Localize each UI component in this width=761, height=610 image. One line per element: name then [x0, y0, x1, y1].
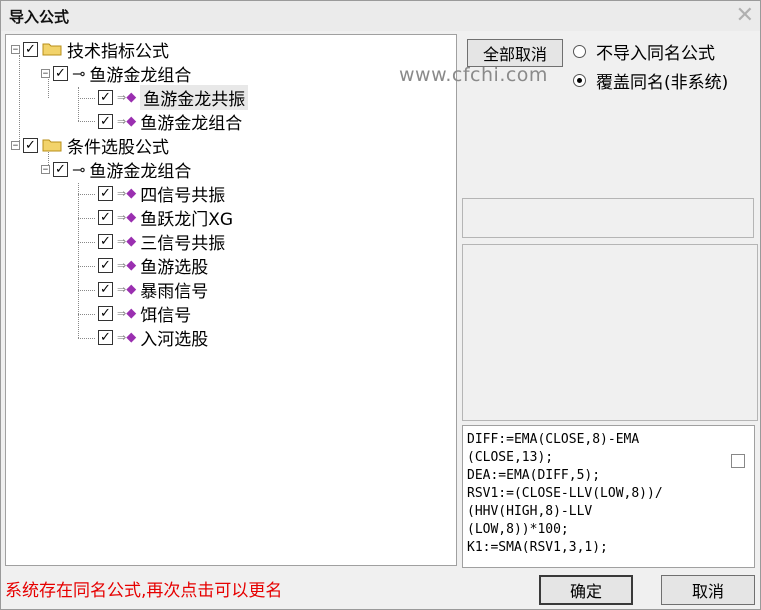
collapse-toggle[interactable]: −	[41, 68, 50, 78]
code-line: (LOW,8))*100;	[467, 522, 569, 537]
ok-button[interactable]: 确定	[539, 575, 633, 605]
code-line: (HHV(HIGH,8)-LLV	[467, 504, 593, 519]
formula-tree: − ✓ 技术指标公式 − ✓ ⊸ 鱼游金龙组合 ✓ ⇒◆ 鱼游金龙共振 ✓ ⇒◆…	[5, 34, 457, 566]
formula-gem-icon: ⇒◆	[117, 281, 137, 297]
item-checkbox[interactable]: ✓	[98, 329, 113, 345]
tree-formula-item[interactable]: ✓ ⇒◆ 鱼游选股	[98, 254, 209, 278]
formula-gem-icon: ⇒◆	[117, 113, 137, 129]
tree-connector	[78, 314, 95, 315]
formula-gem-icon: ⇒◆	[117, 257, 137, 273]
item-label: 鱼游金龙组合	[140, 113, 243, 134]
code-line: DEA:=EMA(DIFF,5);	[467, 468, 601, 483]
tree-connector	[78, 87, 79, 121]
window-title: 导入公式	[9, 8, 70, 26]
item-label: 入河选股	[140, 329, 209, 350]
tree-connector	[78, 290, 95, 291]
folder-icon	[42, 43, 62, 56]
code-line: K1:=SMA(RSV1,3,1);	[467, 540, 608, 555]
tree-connector	[78, 194, 95, 195]
collapse-toggle[interactable]: −	[11, 44, 20, 54]
tree-connector	[78, 218, 95, 219]
formula-gem-icon: ⇒◆	[117, 89, 137, 105]
group-checkbox[interactable]: ✓	[23, 41, 38, 57]
formula-gem-icon: ⇒◆	[117, 209, 137, 225]
formula-gem-icon: ⇒◆	[117, 329, 137, 345]
deselect-all-button[interactable]: 全部取消	[467, 39, 563, 67]
watermark: www.cfchi.com	[399, 64, 548, 86]
item-label: 鱼游选股	[140, 257, 209, 278]
tree-connector	[19, 55, 20, 145]
item-label: 鱼游金龙共振	[140, 84, 249, 110]
tree-formula-item[interactable]: ✓ ⇒◆ 三信号共振	[98, 230, 226, 254]
code-checkbox[interactable]	[731, 454, 745, 468]
item-checkbox[interactable]: ✓	[98, 185, 113, 201]
tree-connector	[78, 98, 95, 99]
tree-formula-item[interactable]: ✓ ⇒◆ 四信号共振	[98, 182, 226, 206]
tree-formula-item[interactable]: ✓ ⇒◆ 鱼跃龙门XG	[98, 206, 234, 230]
key-icon: ⊸	[72, 63, 86, 83]
item-checkbox[interactable]: ✓	[98, 305, 113, 321]
set-label: 鱼游金龙组合	[89, 65, 192, 86]
option-label: 覆盖同名(非系统)	[596, 73, 729, 93]
tree-group-technical-indicators[interactable]: − ✓ 技术指标公式	[11, 38, 169, 62]
formula-description-box	[462, 244, 758, 421]
set-checkbox[interactable]: ✓	[53, 65, 68, 81]
formula-gem-icon: ⇒◆	[117, 185, 137, 201]
code-line: RSV1:=(CLOSE-LLV(LOW,8))/	[467, 486, 663, 501]
formula-gem-icon: ⇒◆	[117, 233, 137, 249]
item-label: 暴雨信号	[140, 281, 209, 302]
tree-formula-item[interactable]: ✓ ⇒◆ 饵信号	[98, 302, 192, 326]
radio-button-selected[interactable]	[573, 74, 586, 87]
code-line: (CLOSE,13);	[467, 450, 554, 465]
folder-icon	[42, 139, 62, 152]
tree-connector	[78, 338, 95, 339]
item-checkbox[interactable]: ✓	[98, 257, 113, 273]
collapse-toggle[interactable]: −	[41, 164, 50, 174]
item-label: 四信号共振	[140, 185, 226, 206]
tree-formula-item[interactable]: ✓ ⇒◆ 鱼游金龙共振	[98, 84, 249, 110]
tree-formula-item[interactable]: ✓ ⇒◆ 暴雨信号	[98, 278, 209, 302]
item-checkbox[interactable]: ✓	[98, 233, 113, 249]
tree-formula-item[interactable]: ✓ ⇒◆ 鱼游金龙组合	[98, 110, 243, 134]
tree-formula-item[interactable]: ✓ ⇒◆ 入河选股	[98, 326, 209, 350]
set-label: 鱼游金龙组合	[89, 161, 192, 182]
cancel-button[interactable]: 取消	[661, 575, 755, 605]
tree-formula-set[interactable]: − ✓ ⊸ 鱼游金龙组合	[41, 158, 192, 182]
option-overwrite-same[interactable]: 覆盖同名(非系统)	[573, 68, 728, 93]
status-message: 系统存在同名公式,再次点击可以更名	[5, 581, 283, 601]
formula-code-panel[interactable]: DIFF:=EMA(CLOSE,8)-EMA (CLOSE,13); DEA:=EM…	[462, 425, 755, 568]
item-checkbox[interactable]: ✓	[98, 209, 113, 225]
item-label: 鱼跃龙门XG	[140, 209, 234, 230]
option-no-import-same[interactable]: 不导入同名公式	[573, 39, 715, 64]
item-checkbox[interactable]: ✓	[98, 281, 113, 297]
formula-name-box	[462, 198, 754, 238]
key-icon: ⊸	[72, 159, 86, 179]
title-bar[interactable]: 导入公式 ✕	[1, 1, 760, 31]
item-checkbox[interactable]: ✓	[98, 113, 113, 129]
formula-gem-icon: ⇒◆	[117, 305, 137, 321]
group-label: 条件选股公式	[67, 137, 169, 158]
tree-connector	[78, 242, 95, 243]
tree-connector	[78, 121, 95, 122]
close-icon[interactable]: ✕	[736, 3, 754, 29]
group-label: 技术指标公式	[67, 41, 169, 62]
group-checkbox[interactable]: ✓	[23, 137, 38, 153]
radio-button[interactable]	[573, 45, 586, 58]
tree-connector	[78, 266, 95, 267]
collapse-toggle[interactable]: −	[11, 140, 20, 150]
item-checkbox[interactable]: ✓	[98, 89, 113, 105]
radio-dot-icon	[577, 78, 582, 83]
option-label: 不导入同名公式	[596, 44, 715, 64]
import-formula-dialog: 导入公式 ✕ − ✓ 技术指标公式 − ✓ ⊸ 鱼游金龙组合 ✓ ⇒◆ 鱼游金龙…	[0, 0, 761, 610]
tree-formula-set[interactable]: − ✓ ⊸ 鱼游金龙组合	[41, 62, 192, 86]
tree-group-stock-selection[interactable]: − ✓ 条件选股公式	[11, 134, 169, 158]
item-label: 三信号共振	[140, 233, 226, 254]
code-line: DIFF:=EMA(CLOSE,8)-EMA	[467, 432, 640, 447]
set-checkbox[interactable]: ✓	[53, 161, 68, 177]
formula-code: DIFF:=EMA(CLOSE,8)-EMA (CLOSE,13); DEA:=EM…	[467, 431, 663, 557]
item-label: 饵信号	[140, 305, 192, 326]
